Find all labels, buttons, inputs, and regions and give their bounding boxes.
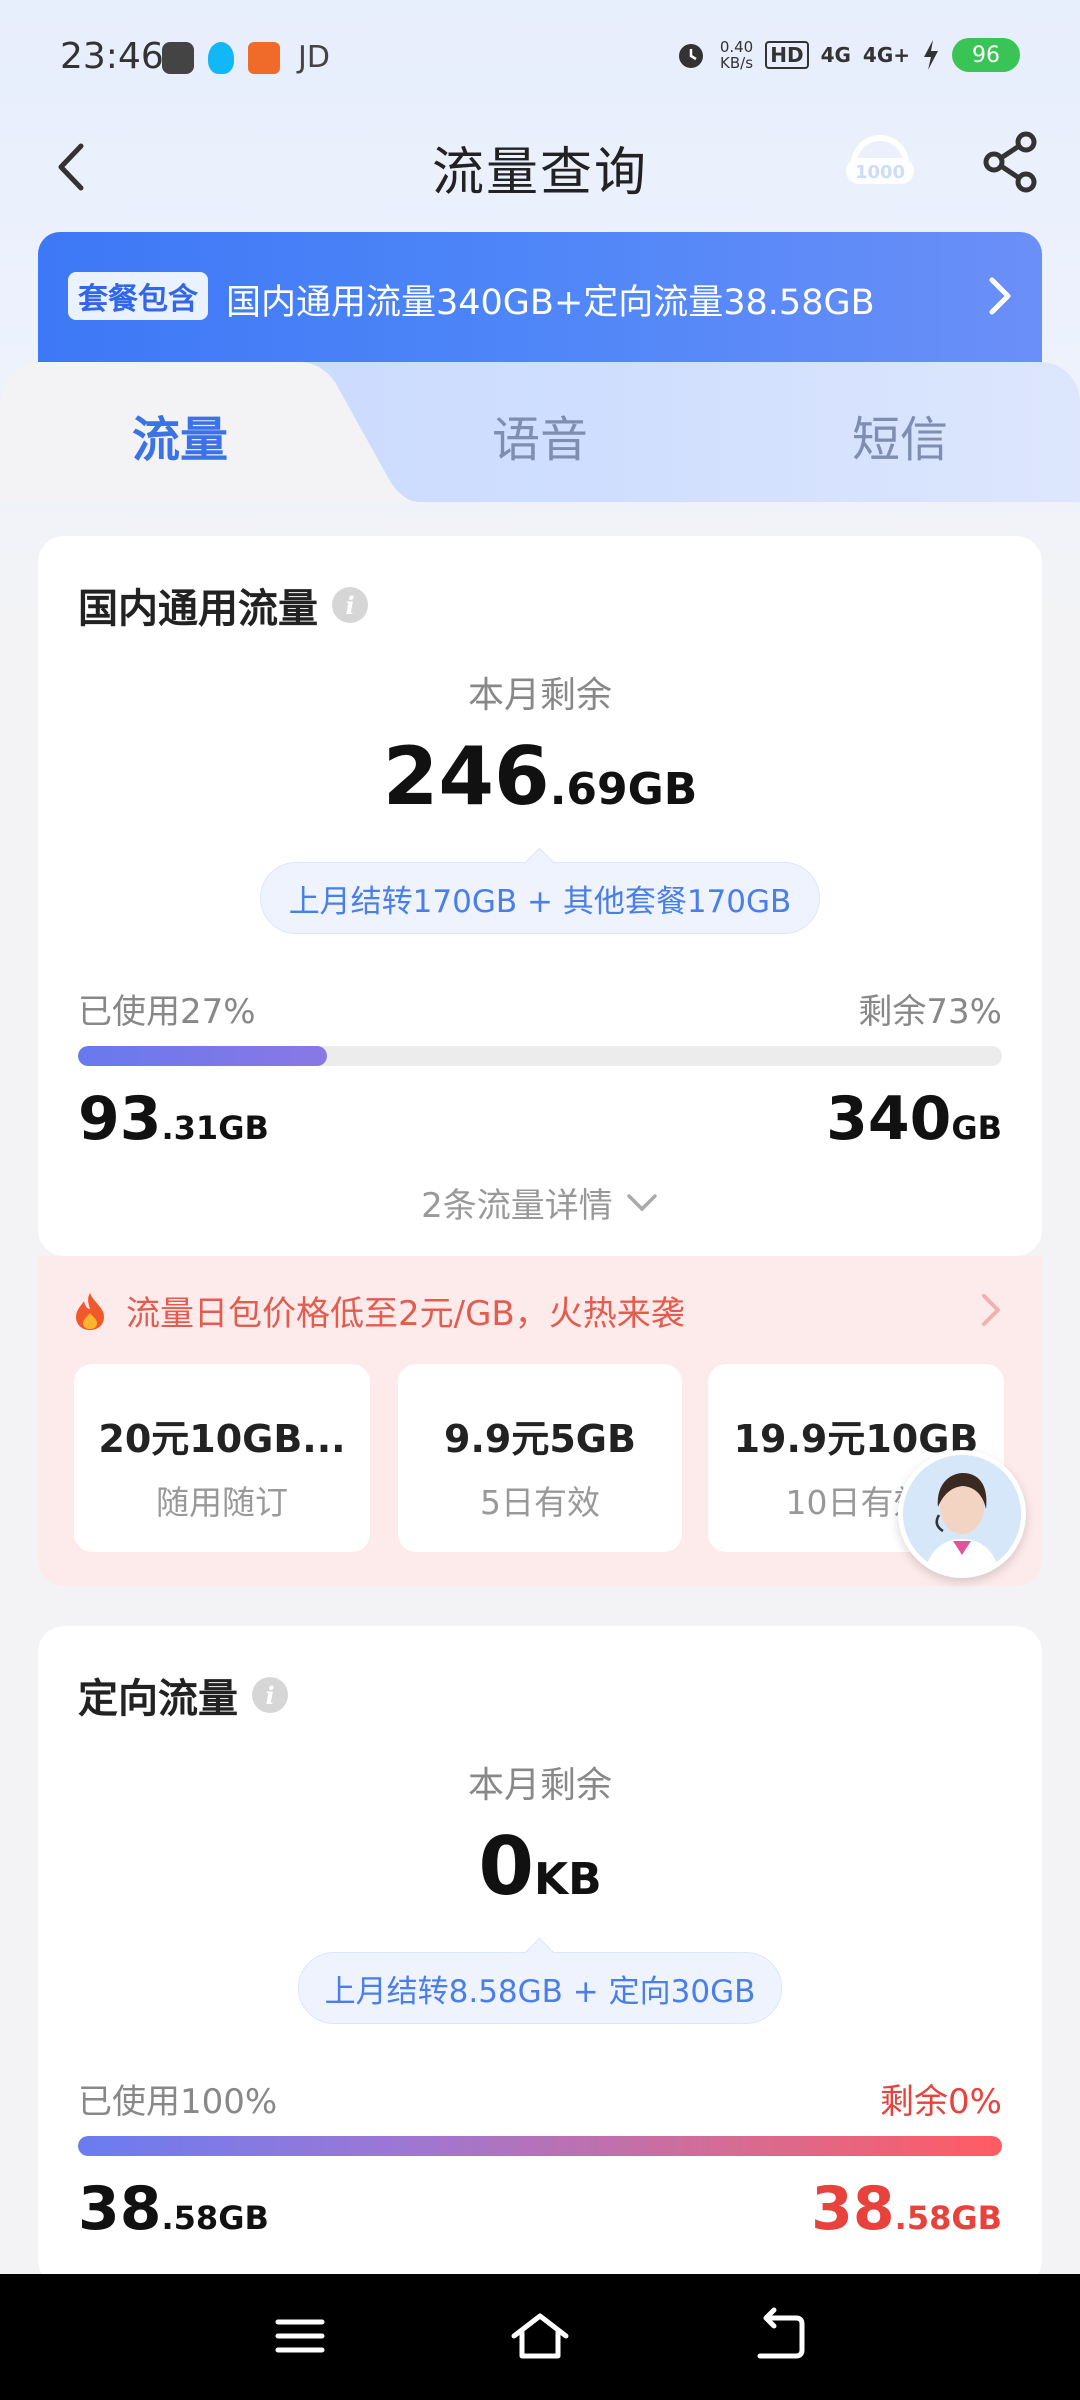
used-amount: 93.31GB [78,1084,269,1154]
data-details-link[interactable]: 2条流量详情 [38,1178,1042,1227]
offer-card-2[interactable]: 9.9元5GB 5日有效 [398,1364,682,1552]
notification-icons: JD [162,40,330,75]
tab-data[interactable]: 流量 [132,400,228,470]
general-data-card: 国内通用流量 i 本月剩余 246.69GB 上月结转170GB + 其他套餐1… [38,536,1042,1256]
offer-title: 20元10GB... [98,1417,346,1461]
directed-data-card: 定向流量 i 本月剩余 0KB 上月结转8.58GB + 定向30GB 已使用1… [38,1626,1042,2286]
used-percent: 已使用27% [78,992,256,1032]
usage-progress-bar [78,1046,1002,1066]
tab-bar: 流量 语音 短信 [0,362,1080,502]
remain-label: 本月剩余 [467,1765,612,1806]
chevron-right-icon[interactable] [976,1288,1006,1332]
app-orange-icon [248,41,280,74]
alarm-icon [678,44,703,68]
tab-sms[interactable]: 短信 [852,400,948,470]
remaining-percent: 剩余0% [880,2082,1002,2122]
usage-progress-bar [78,2136,1002,2156]
network-4g: 4G [820,43,851,67]
usage-progress-fill [78,1046,328,1066]
package-banner[interactable]: 套餐包含 国内通用流量340GB+定向流量38.58GB [38,232,1042,372]
app-header: 流量查询 1000 [0,120,1080,220]
network-4g-plus: 4G+ [862,43,910,67]
promo-section: 流量日包价格低至2元/GB，火热来袭 20元10GB... 随用随订 9.9元5… [38,1256,1042,1586]
headset-1000-icon: 1000 [846,135,914,184]
system-nav-bar [0,2274,1080,2400]
menu-icon[interactable] [268,2306,332,2366]
status-bar: 23:46 JD 0.40 KB/s HD 4G 4G+ 96 [0,0,1080,120]
customer-service-button[interactable]: 1000 [840,120,920,200]
qq-icon [208,41,234,74]
info-icon[interactable]: i [332,587,368,623]
carryover-note: 上月结转170GB + 其他套餐170GB [260,862,820,934]
share-button[interactable] [980,130,1044,194]
remain-label: 本月剩余 [467,675,612,716]
system-indicators: 0.40 KB/s HD 4G 4G+ 96 [674,38,1020,72]
offer-title: 9.9元5GB [444,1417,636,1461]
general-data-title: 国内通用流量 i [78,576,368,634]
used-amount: 38.58GB [78,2174,269,2244]
remain-value: 246.69GB [382,730,698,823]
chevron-down-icon [627,1193,657,1211]
offer-subtitle: 5日有效 [480,1483,600,1522]
back-nav-icon[interactable] [748,2306,812,2366]
charging-icon [924,40,938,70]
home-icon[interactable] [508,2306,572,2366]
directed-data-title: 定向流量 i [78,1666,288,1724]
agent-portrait-icon [903,1455,1021,1573]
assistant-avatar[interactable] [898,1450,1026,1578]
svg-text:1000: 1000 [855,162,905,183]
status-time: 23:46 [60,36,164,77]
used-percent: 已使用100% [78,2082,278,2122]
remaining-percent: 剩余73% [858,992,1002,1032]
tab-voice[interactable]: 语音 [492,400,588,470]
package-summary: 国内通用流量340GB+定向流量38.58GB [226,283,875,323]
net-speed: 0.40 KB/s [719,38,754,72]
share-icon [983,131,1037,193]
total-amount: 340GB [826,1084,1002,1154]
offer-subtitle: 随用随订 [156,1483,288,1522]
battery-level: 96 [952,38,1020,72]
total-amount: 38.58GB [811,2174,1002,2244]
offer-card-1[interactable]: 20元10GB... 随用随订 [74,1364,370,1552]
chevron-right-icon [989,277,1011,315]
remain-value: 0KB [478,1820,602,1913]
robot-app-icon [162,41,194,74]
package-badge: 套餐包含 [68,272,208,320]
usage-progress-fill [78,2136,1002,2156]
hd-badge: HD [765,41,809,69]
info-icon[interactable]: i [252,1677,288,1713]
jd-label: JD [298,40,330,75]
fire-icon [76,1292,104,1330]
promo-headline[interactable]: 流量日包价格低至2元/GB，火热来袭 [72,1286,685,1335]
carryover-note: 上月结转8.58GB + 定向30GB [298,1952,782,2024]
